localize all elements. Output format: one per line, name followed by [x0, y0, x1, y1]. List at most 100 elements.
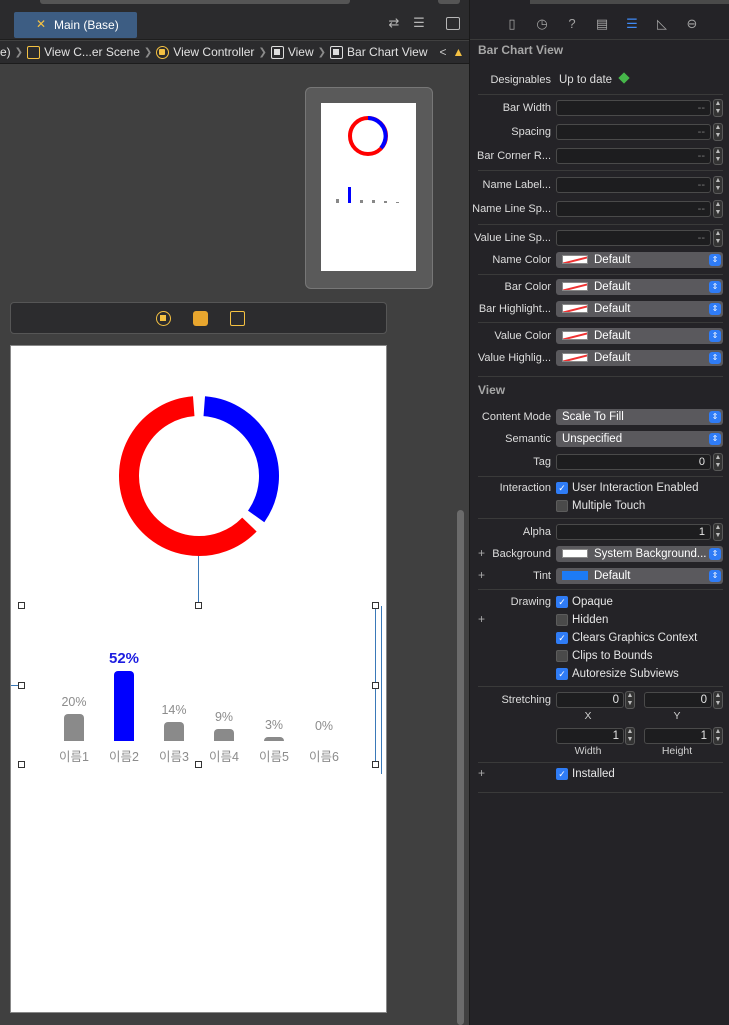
opaque-checkbox[interactable]: ✓: [556, 596, 568, 608]
bar-corner-field[interactable]: --: [556, 148, 711, 164]
spacing-stepper[interactable]: ▲ ▼: [713, 123, 723, 141]
bar-value-label: 0%: [314, 719, 334, 733]
chevron-updown-icon: ⇕: [709, 433, 721, 445]
first-responder-icon[interactable]: [193, 311, 208, 326]
view-controller-icon[interactable]: [156, 311, 171, 326]
view-icon: [330, 45, 344, 59]
add-variation-icon[interactable]: +: [478, 766, 485, 780]
bar-highlight-popup[interactable]: Default ⇕: [556, 301, 723, 317]
name-label-field[interactable]: --: [556, 177, 711, 193]
value-highlight-popup[interactable]: Default ⇕: [556, 350, 723, 366]
breadcrumb-scene[interactable]: View C...er Scene ❯: [27, 45, 156, 59]
clears-context-checkbox[interactable]: ✓: [556, 632, 568, 644]
resize-handle[interactable]: [372, 602, 379, 609]
interface-builder-editor[interactable]: ✕ Main (Base) ⇄ ☰ e) ❯ View C...er Scene ❯…: [0, 0, 469, 1025]
resize-handle[interactable]: [18, 761, 25, 768]
name-label-stepper[interactable]: ▲ ▼: [713, 176, 723, 194]
clips-bounds-label: Clips to Bounds: [572, 650, 653, 662]
inspector-scroll-indicator: [530, 0, 729, 4]
close-tab-icon[interactable]: ✕: [36, 17, 46, 31]
alpha-field[interactable]: 1: [556, 524, 711, 540]
background-popup[interactable]: System Background... ⇕: [556, 546, 723, 562]
value-line-spacing-field[interactable]: --: [556, 230, 711, 246]
resize-handle[interactable]: [18, 602, 25, 609]
name-line-spacing-field[interactable]: --: [556, 201, 711, 217]
resize-handle[interactable]: [372, 761, 379, 768]
add-editor-icon[interactable]: [446, 17, 460, 30]
stretch-y-stepper[interactable]: ▲ ▼: [713, 691, 723, 709]
device-screen[interactable]: 20% 이름1 52% 이름2 14% 이름3 9% 이름4 3% 이름5 0% 이름6: [10, 345, 387, 1013]
clips-bounds-checkbox[interactable]: [556, 650, 568, 662]
hidden-checkbox[interactable]: [556, 614, 568, 626]
popup-value: Default: [594, 303, 631, 315]
designables-value: Up to date: [559, 74, 613, 86]
stretch-x-field[interactable]: 0: [556, 692, 624, 708]
help-icon[interactable]: ?: [564, 16, 580, 32]
tab-scroll-indicator: [40, 0, 350, 4]
bar-chart-view[interactable]: 20% 이름1 52% 이름2 14% 이름3 9% 이름4 3% 이름5 0% 이름6: [22, 606, 377, 766]
identity-icon[interactable]: ▤: [594, 16, 610, 32]
resize-handle[interactable]: [372, 682, 379, 689]
name-color-popup[interactable]: Default ⇕: [556, 252, 723, 268]
tag-field[interactable]: 0: [556, 454, 711, 470]
tag-stepper[interactable]: ▲ ▼: [713, 453, 723, 471]
attributes-icon[interactable]: ☰: [624, 16, 640, 32]
color-swatch: [562, 571, 588, 580]
warning-icon[interactable]: ▲: [453, 45, 465, 59]
tab-main-storyboard[interactable]: ✕ Main (Base): [14, 12, 137, 38]
bar-corner-stepper[interactable]: ▲ ▼: [713, 147, 723, 165]
attributes-inspector: ▯ ◷ ? ▤ ☰ ◺ ⊖ Bar Chart View Designables…: [469, 0, 729, 1025]
donut-chart[interactable]: [99, 376, 299, 576]
breadcrumb-bar-chart-view[interactable]: Bar Chart View: [330, 45, 428, 59]
stretch-height-field[interactable]: 1: [644, 728, 712, 744]
resize-handle[interactable]: [195, 761, 202, 768]
bar-name-label: 이름6: [309, 750, 339, 764]
resize-handle[interactable]: [195, 602, 202, 609]
exit-icon[interactable]: [230, 311, 245, 326]
popup-value: Default: [594, 254, 631, 266]
alpha-label: Alpha: [522, 526, 551, 538]
color-swatch: [562, 331, 588, 340]
scene-minimap[interactable]: [305, 87, 433, 289]
stretch-width-field[interactable]: 1: [556, 728, 624, 744]
size-icon[interactable]: ◺: [654, 16, 670, 32]
divider: [478, 686, 723, 687]
stretch-height-stepper[interactable]: ▲ ▼: [713, 727, 723, 745]
stretch-width-stepper[interactable]: ▲ ▼: [625, 727, 635, 745]
issue-back-icon[interactable]: <: [440, 45, 447, 59]
value-line-spacing-stepper[interactable]: ▲ ▼: [713, 229, 723, 247]
breadcrumb-view[interactable]: View ❯: [270, 45, 330, 59]
semantic-popup[interactable]: Unspecified ⇕: [556, 431, 723, 447]
bar-color-popup[interactable]: Default ⇕: [556, 279, 723, 295]
breadcrumb-view-controller[interactable]: View Controller ❯: [156, 45, 271, 59]
stretch-y-field[interactable]: 0: [644, 692, 712, 708]
divider: [478, 762, 723, 763]
value-color-label: Value Color: [494, 330, 551, 342]
add-variation-icon[interactable]: +: [478, 612, 485, 626]
value-color-popup[interactable]: Default ⇕: [556, 328, 723, 344]
file-icon[interactable]: ▯: [504, 16, 520, 32]
section-title-bar-chart-view: Bar Chart View: [478, 43, 564, 57]
breadcrumb-storyboard[interactable]: e) ❯: [0, 45, 27, 59]
autoresize-checkbox[interactable]: ✓: [556, 668, 568, 680]
breadcrumb-label: Bar Chart View: [347, 45, 428, 59]
user-interaction-checkbox[interactable]: ✓: [556, 482, 568, 494]
resize-handle[interactable]: [18, 682, 25, 689]
breadcrumb-label: e): [0, 45, 11, 59]
related-items-icon[interactable]: ⇄: [386, 16, 402, 30]
alpha-stepper[interactable]: ▲ ▼: [713, 523, 723, 541]
stretch-x-stepper[interactable]: ▲ ▼: [625, 691, 635, 709]
canvas-vertical-scrollbar[interactable]: [457, 510, 464, 1025]
bar-width-stepper[interactable]: ▲ ▼: [713, 99, 723, 117]
connections-icon[interactable]: ⊖: [684, 16, 700, 32]
background-label: Background: [492, 548, 551, 560]
installed-checkbox[interactable]: ✓: [556, 768, 568, 780]
content-mode-popup[interactable]: Scale To Fill ⇕: [556, 409, 723, 425]
tint-popup[interactable]: Default ⇕: [556, 568, 723, 584]
bar-width-field[interactable]: --: [556, 100, 711, 116]
multiple-touch-checkbox[interactable]: [556, 500, 568, 512]
history-icon[interactable]: ◷: [534, 16, 550, 32]
spacing-field[interactable]: --: [556, 124, 711, 140]
editor-options-icon[interactable]: ☰: [411, 16, 427, 30]
name-line-spacing-stepper[interactable]: ▲ ▼: [713, 200, 723, 218]
